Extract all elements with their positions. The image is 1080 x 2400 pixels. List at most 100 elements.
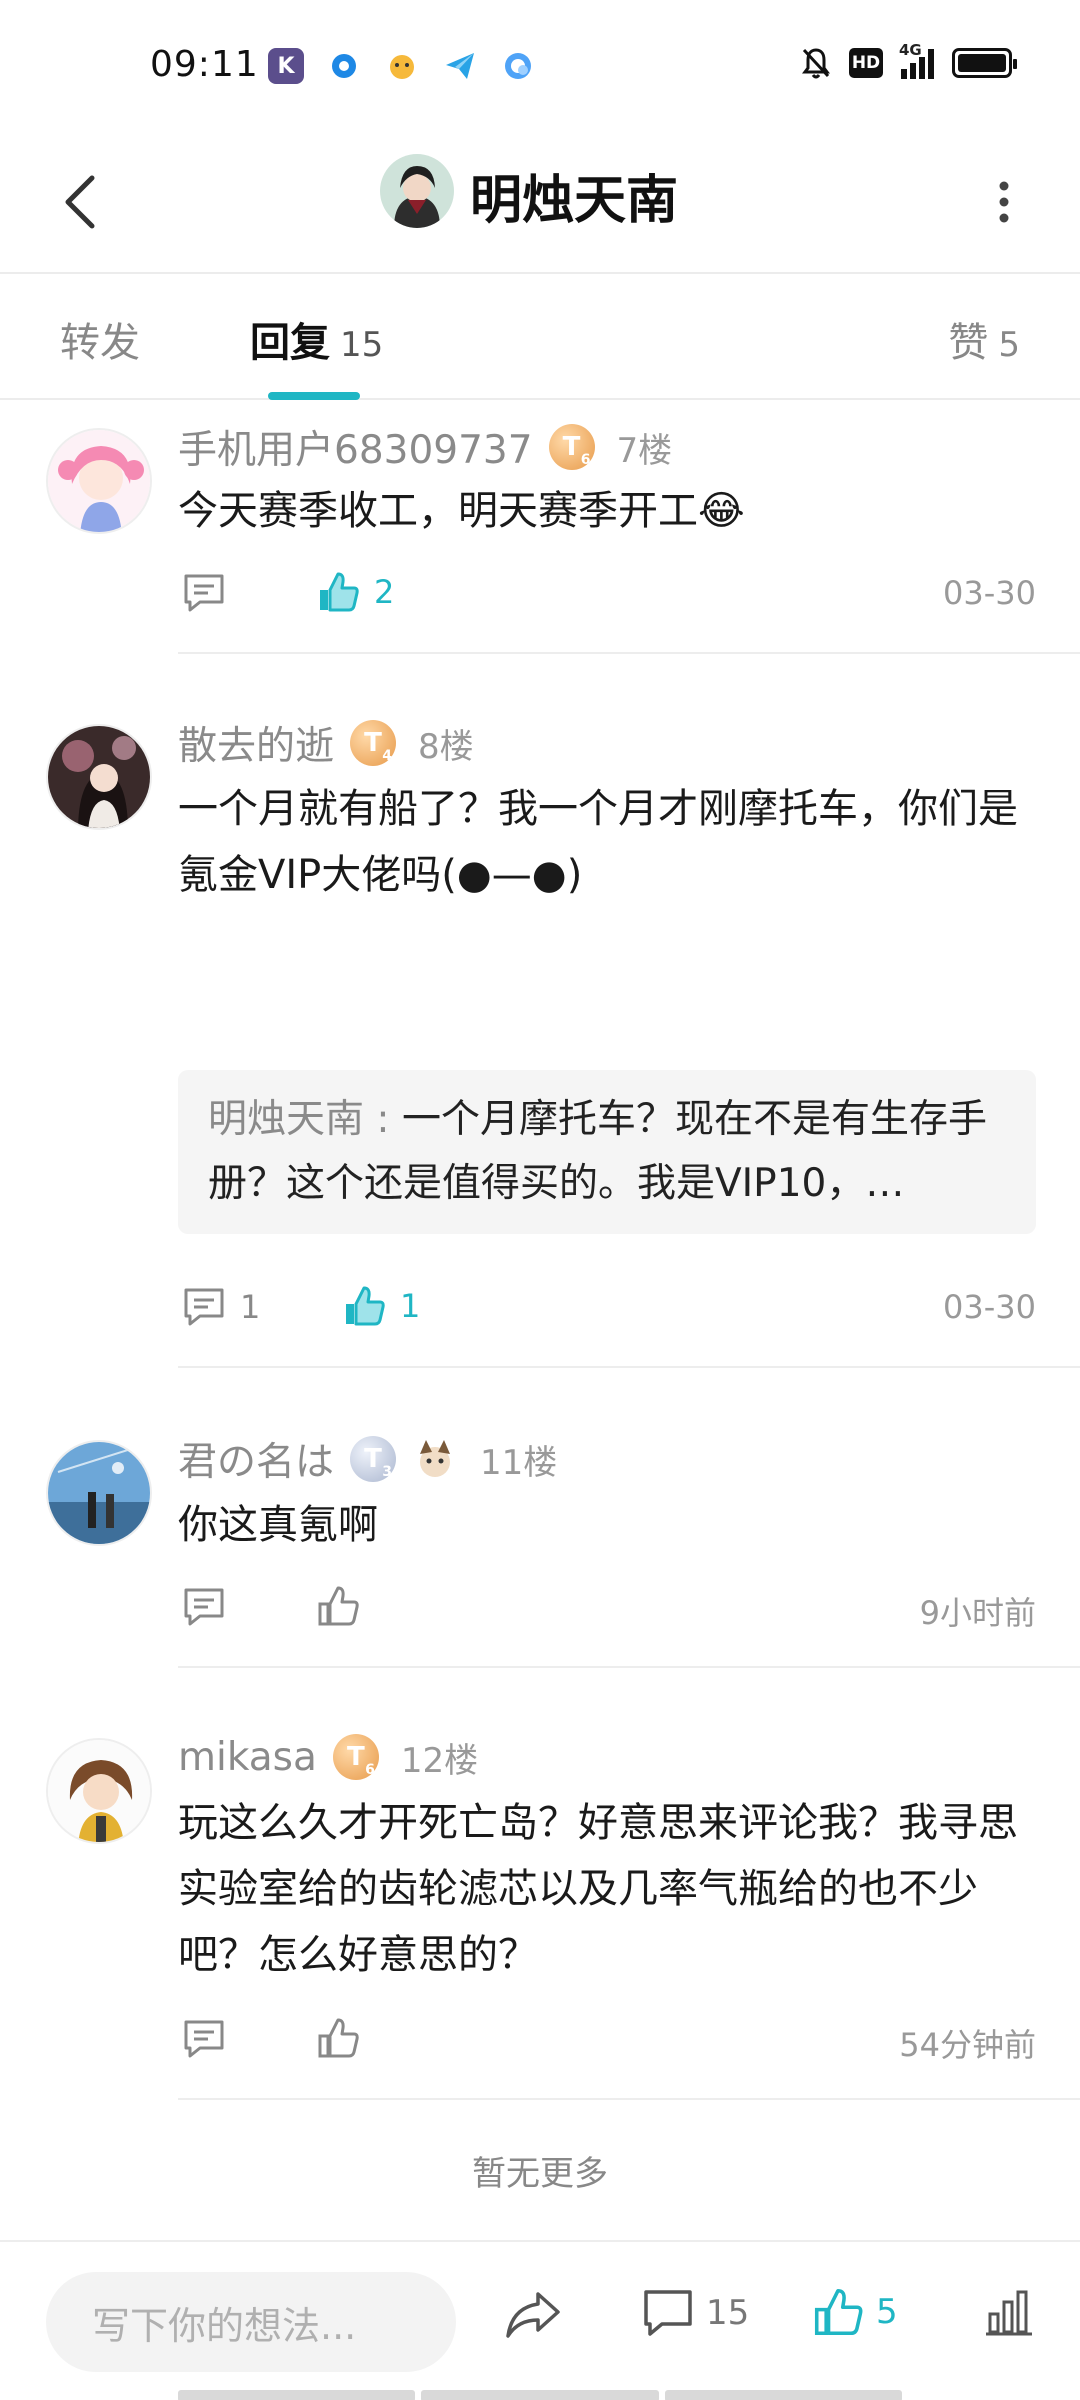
comment-header: mikasa T6 12楼 bbox=[178, 1730, 478, 1784]
comment-text: 玩这么久才开死亡岛？好意思来评论我？我寻思实验室给的齿轮滤芯以及几率气瓶给的也不… bbox=[178, 1800, 1018, 1978]
comment-header: 散去的逝 T4 8楼 bbox=[178, 716, 474, 770]
bar-chart-icon bbox=[986, 2290, 1032, 2336]
status-time: 09:11 bbox=[150, 44, 259, 85]
avatar[interactable] bbox=[46, 1738, 152, 1844]
input-placeholder: 写下你的想法... bbox=[92, 2303, 357, 2348]
no-more-text: 暂无更多 bbox=[472, 2154, 608, 2194]
tab-bar: 转发 回复 15 赞5 bbox=[0, 274, 1080, 400]
battery-icon bbox=[952, 48, 1017, 78]
comment-actions: 2 03-30 bbox=[178, 566, 1036, 622]
thumbs-up-icon bbox=[814, 2288, 863, 2336]
thumbs-up-icon bbox=[346, 1286, 385, 1326]
comment-input[interactable]: 写下你的想法... bbox=[46, 2272, 456, 2372]
comment-username[interactable]: mikasa bbox=[178, 1735, 317, 1780]
circle-app-icon bbox=[326, 48, 362, 84]
comment-username[interactable]: 君の名は bbox=[178, 1431, 334, 1487]
comment-button[interactable]: 15 bbox=[642, 2288, 749, 2338]
like-count: 2 bbox=[374, 573, 395, 611]
reply-count: 15 bbox=[340, 325, 384, 365]
mascot-badge-icon bbox=[412, 1436, 459, 1482]
comment-header: 手机用户68309737 T6 7楼 bbox=[178, 420, 672, 474]
reply-count: 1 bbox=[240, 1288, 261, 1326]
tab-like[interactable]: 赞5 bbox=[948, 310, 1020, 368]
active-tab-indicator bbox=[268, 392, 360, 400]
level-badge-icon: T6 bbox=[332, 1734, 379, 1780]
avatar[interactable] bbox=[46, 1440, 152, 1546]
floor-number: 11楼 bbox=[480, 1442, 558, 1483]
comment-icon bbox=[184, 574, 224, 612]
comment-date: 54分钟前 bbox=[899, 2026, 1036, 2064]
comment-icon bbox=[644, 2290, 692, 2336]
page-title: 明烛天南 bbox=[470, 171, 679, 231]
reply-button[interactable] bbox=[182, 1586, 240, 1628]
like-button[interactable]: 1 bbox=[342, 1284, 420, 1328]
mute-bell-icon bbox=[802, 48, 830, 79]
status-bar: 09:11 K HD 4G bbox=[0, 0, 1080, 132]
divider bbox=[178, 1366, 1080, 1368]
comment-count: 15 bbox=[706, 2293, 750, 2333]
cloud-app-icon bbox=[500, 48, 536, 84]
reply-button[interactable] bbox=[182, 572, 240, 614]
tab-repost[interactable]: 转发 bbox=[60, 310, 140, 368]
divider bbox=[178, 1666, 1080, 1668]
comment-date: 03-30 bbox=[943, 574, 1036, 612]
header-avatar[interactable] bbox=[380, 154, 454, 228]
hd-icon: HD bbox=[849, 48, 883, 78]
comment-text: 你这真氪啊 bbox=[178, 1502, 378, 1548]
level-badge-icon: T3 bbox=[350, 1436, 397, 1482]
comment-actions: 1 1 03-30 bbox=[178, 1280, 1036, 1336]
page-header: 明烛天南 bbox=[0, 132, 1080, 274]
comment-header: 君の名は T3 11楼 bbox=[178, 1432, 557, 1486]
thumbs-up-icon bbox=[318, 2018, 359, 2058]
comment-text: 一个月就有船了？我一个月才刚摩托车，你们是氪金VIP大佬吗(●—●) bbox=[178, 786, 1018, 898]
comment-text: 今天赛季收工，明天赛季开工😂 bbox=[178, 488, 745, 534]
back-button[interactable] bbox=[40, 162, 120, 242]
status-app-icons: K bbox=[268, 48, 536, 84]
share-button[interactable] bbox=[504, 2288, 562, 2344]
like-button[interactable] bbox=[316, 2016, 374, 2060]
floor-number: 7楼 bbox=[616, 430, 673, 471]
quoted-reply[interactable]: 明烛天南 : 一个月摩托车？现在不是有生存手册？这个还是值得买的。我是VIP10… bbox=[178, 1070, 1036, 1234]
quote-username: 明烛天南 : bbox=[208, 1097, 390, 1142]
signal-icon: 4G bbox=[899, 41, 934, 79]
comment-username[interactable]: 散去的逝 bbox=[178, 715, 334, 771]
like-button[interactable] bbox=[316, 1584, 374, 1628]
like-count: 5 bbox=[998, 325, 1020, 365]
more-vertical-icon bbox=[999, 181, 1009, 223]
avatar[interactable] bbox=[46, 428, 152, 534]
bottom-action-bar: 写下你的想法... 15 5 bbox=[0, 2240, 1080, 2400]
comment-icon bbox=[184, 1588, 224, 1626]
floor-number: 8楼 bbox=[418, 726, 474, 767]
tab-reply[interactable]: 回复 15 bbox=[250, 310, 383, 368]
comment-date: 03-30 bbox=[943, 1288, 1036, 1326]
home-indicator bbox=[178, 2390, 902, 2400]
comment-actions: 54分钟前 bbox=[178, 2012, 1036, 2068]
like-button[interactable]: 5 bbox=[812, 2286, 898, 2338]
reply-button[interactable] bbox=[182, 2018, 240, 2060]
divider bbox=[178, 652, 1080, 654]
level-badge-icon: T4 bbox=[350, 720, 397, 766]
stats-button[interactable] bbox=[984, 2288, 1034, 2342]
comment-icon bbox=[184, 1288, 224, 1326]
status-right: HD 4G bbox=[801, 41, 1017, 80]
comment-actions: 9小时前 bbox=[178, 1580, 1036, 1636]
cat-app-icon bbox=[384, 48, 420, 84]
comment-date: 9小时前 bbox=[919, 1594, 1036, 1632]
thumbs-up-icon bbox=[320, 572, 359, 612]
comment-icon bbox=[184, 2020, 224, 2058]
reply-button[interactable]: 1 bbox=[182, 1286, 260, 1328]
like-count: 1 bbox=[400, 1287, 421, 1325]
comment-username[interactable]: 手机用户68309737 bbox=[178, 419, 533, 475]
chevron-left-icon bbox=[65, 175, 95, 229]
level-badge-icon: T6 bbox=[548, 424, 595, 470]
avatar[interactable] bbox=[46, 724, 152, 830]
thumbs-up-icon bbox=[318, 1586, 359, 1626]
paper-plane-app-icon bbox=[442, 48, 478, 84]
like-count: 5 bbox=[876, 2292, 898, 2332]
divider bbox=[178, 2098, 1080, 2100]
floor-number: 12楼 bbox=[400, 1740, 479, 1781]
kuaishou-app-icon: K bbox=[268, 48, 304, 84]
share-arrow-icon bbox=[506, 2292, 560, 2338]
more-options-button[interactable] bbox=[964, 162, 1044, 242]
like-button[interactable]: 2 bbox=[316, 570, 394, 614]
